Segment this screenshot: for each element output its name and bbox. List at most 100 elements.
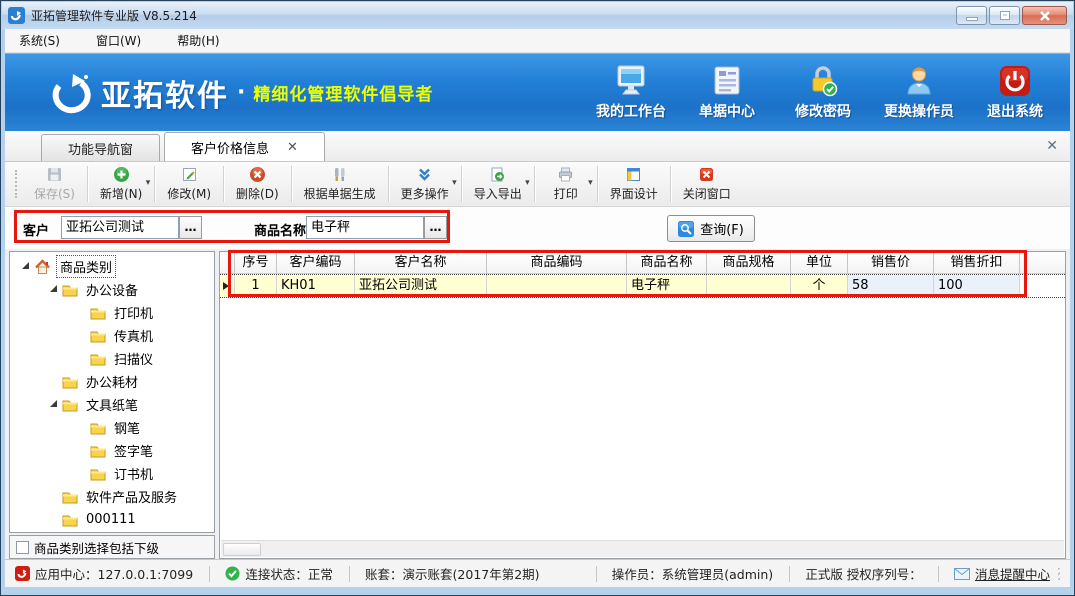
- import-export-dropdown-caret[interactable]: ▾: [525, 178, 530, 188]
- filter-row: 客户 亚拓公司测试 … 商品名称 电子秤 … 查询(F): [5, 207, 1070, 249]
- tree-node-pen[interactable]: 钢笔: [10, 416, 214, 439]
- expand-arrow-icon[interactable]: [22, 262, 29, 269]
- maximize-icon: [1000, 11, 1010, 20]
- banner-action-switch-operator[interactable]: 更换操作员: [878, 65, 960, 121]
- folder-icon: [62, 398, 78, 412]
- column-header-product-code[interactable]: 商品编码: [487, 252, 627, 274]
- banner-action-exit-system[interactable]: 退出系统: [974, 65, 1056, 121]
- tree-node-software-services[interactable]: 软件产品及服务: [10, 485, 214, 508]
- status-connection: 连接状态：正常: [225, 564, 333, 583]
- cell-sale-discount[interactable]: 100: [934, 275, 1020, 297]
- edit-icon: [181, 166, 198, 183]
- expand-arrow-icon[interactable]: [50, 285, 57, 292]
- banner-action-workbench[interactable]: 我的工作台: [590, 65, 672, 121]
- status-license: 正式版 授权序列号：: [805, 564, 921, 583]
- menu-window[interactable]: 窗口(W): [92, 30, 145, 51]
- app-window: 亚拓管理软件专业版 V8.5.214 系统(S) 窗口(W) 帮助(H) 亚拓软…: [0, 0, 1075, 596]
- tree-node-scanner[interactable]: 扫描仪: [10, 347, 214, 370]
- column-header-unit[interactable]: 单位: [791, 252, 848, 274]
- query-button[interactable]: 查询(F): [667, 215, 755, 242]
- column-header-product-spec[interactable]: 商品规格: [707, 252, 791, 274]
- cell-unit[interactable]: 个: [791, 275, 848, 297]
- more-actions-button[interactable]: 更多操作 ▾: [391, 162, 459, 206]
- message-center-link[interactable]: 消息提醒中心: [954, 564, 1050, 583]
- menu-bar: 系统(S) 窗口(W) 帮助(H): [5, 29, 1070, 53]
- envelope-icon: [954, 568, 970, 580]
- expand-arrow-icon[interactable]: [50, 400, 57, 407]
- resize-grip[interactable]: [1058, 568, 1060, 580]
- cell-customer-code[interactable]: KH01: [277, 275, 355, 297]
- cell-product-spec[interactable]: [707, 275, 791, 297]
- tree-node-office-equipment[interactable]: 办公设备: [10, 278, 214, 301]
- tab-customer-price-info[interactable]: 客户价格信息 ✕: [164, 132, 325, 161]
- brand-slogan: 精细化管理软件倡导者: [253, 80, 433, 105]
- save-button[interactable]: 保存(S): [24, 162, 85, 206]
- tree-node-stationery[interactable]: 文具纸笔: [10, 393, 214, 416]
- menu-help[interactable]: 帮助(H): [173, 30, 223, 51]
- tabstrip-close-icon[interactable]: ✕: [1046, 138, 1058, 154]
- folder-icon: [90, 352, 106, 366]
- table-horizontal-scrollbar[interactable]: [221, 540, 1064, 557]
- include-subcategory-checkbox[interactable]: [16, 541, 29, 554]
- cell-product-code[interactable]: [487, 275, 627, 297]
- folder-icon: [62, 513, 78, 527]
- modify-button[interactable]: 修改(M): [157, 162, 221, 206]
- folder-icon: [62, 283, 78, 297]
- column-header-sale-discount[interactable]: 销售折扣: [934, 252, 1020, 274]
- minimize-icon: [966, 17, 978, 21]
- menu-system[interactable]: 系统(S): [15, 30, 64, 51]
- tree-node-office-supplies[interactable]: 办公耗材: [10, 370, 214, 393]
- app-logo-icon: [8, 7, 25, 24]
- customer-browse-button[interactable]: …: [179, 216, 202, 239]
- customer-filter-input[interactable]: 亚拓公司测试: [61, 216, 179, 239]
- add-icon: [113, 166, 130, 183]
- import-export-button[interactable]: 导入导出 ▾: [464, 162, 532, 206]
- banner-action-change-password[interactable]: 修改密码: [782, 65, 864, 121]
- tree-node-stapler[interactable]: 订书机: [10, 462, 214, 485]
- tree-node-printer[interactable]: 打印机: [10, 301, 214, 324]
- close-button[interactable]: [1022, 6, 1067, 25]
- product-browse-button[interactable]: …: [424, 216, 447, 239]
- ui-design-button[interactable]: 界面设计: [600, 162, 668, 206]
- home-icon: [34, 259, 51, 275]
- minimize-button[interactable]: [956, 6, 987, 25]
- cell-seq[interactable]: 1: [235, 275, 277, 297]
- folder-icon: [62, 375, 78, 389]
- cell-customer-name[interactable]: 亚拓公司测试: [355, 275, 487, 297]
- delete-button[interactable]: 删除(D): [226, 162, 289, 206]
- cell-product-name[interactable]: 电子秤: [627, 275, 707, 297]
- table-row-selected[interactable]: 1 KH01 亚拓公司测试 电子秤 个 58 100: [220, 274, 1065, 298]
- tree-node-000111[interactable]: 000111: [10, 508, 214, 531]
- column-header-sale-price[interactable]: 销售价: [848, 252, 934, 274]
- column-header-customer-code[interactable]: 客户编码: [277, 252, 355, 274]
- print-button[interactable]: 打印 ▾: [537, 162, 595, 206]
- tab-close-icon[interactable]: ✕: [287, 140, 298, 155]
- maximize-button[interactable]: [989, 6, 1020, 25]
- status-app-center: 应用中心：127.0.0.1:7099: [15, 564, 193, 583]
- tree-node-root[interactable]: 商品类别: [10, 255, 214, 278]
- product-filter-input[interactable]: 电子秤: [306, 216, 424, 239]
- status-operator: 操作员：系统管理员(admin): [612, 564, 773, 583]
- cell-filler: [1020, 275, 1065, 297]
- column-header-filler: [1020, 252, 1065, 274]
- tab-function-nav[interactable]: 功能导航窗: [41, 134, 160, 161]
- more-actions-dropdown-caret[interactable]: ▾: [452, 178, 457, 188]
- add-dropdown-caret[interactable]: ▾: [146, 178, 151, 188]
- product-filter-label: 商品名称: [254, 220, 306, 239]
- column-header-seq[interactable]: 序号: [235, 252, 277, 274]
- tree-node-signpen[interactable]: 签字笔: [10, 439, 214, 462]
- status-account-set: 账套：演示账套(2017年第2期): [365, 564, 540, 583]
- close-window-button[interactable]: 关闭窗口: [673, 162, 741, 206]
- print-dropdown-caret[interactable]: ▾: [588, 178, 593, 188]
- column-header-product-name[interactable]: 商品名称: [627, 252, 707, 274]
- tree-node-fax[interactable]: 传真机: [10, 324, 214, 347]
- brand-logo-icon: [45, 70, 91, 116]
- cell-sale-price[interactable]: 58: [848, 275, 934, 297]
- scrollbar-thumb[interactable]: [223, 543, 261, 556]
- column-header-customer-name[interactable]: 客户名称: [355, 252, 487, 274]
- banner-action-bill-center[interactable]: 单据中心: [686, 65, 768, 121]
- generate-from-bill-button[interactable]: 根据单据生成: [294, 162, 386, 206]
- connection-ok-icon: [225, 566, 240, 581]
- add-button[interactable]: 新增(N) ▾: [90, 162, 152, 206]
- main-area: 商品类别 办公设备 打印机 传真机: [5, 249, 1070, 559]
